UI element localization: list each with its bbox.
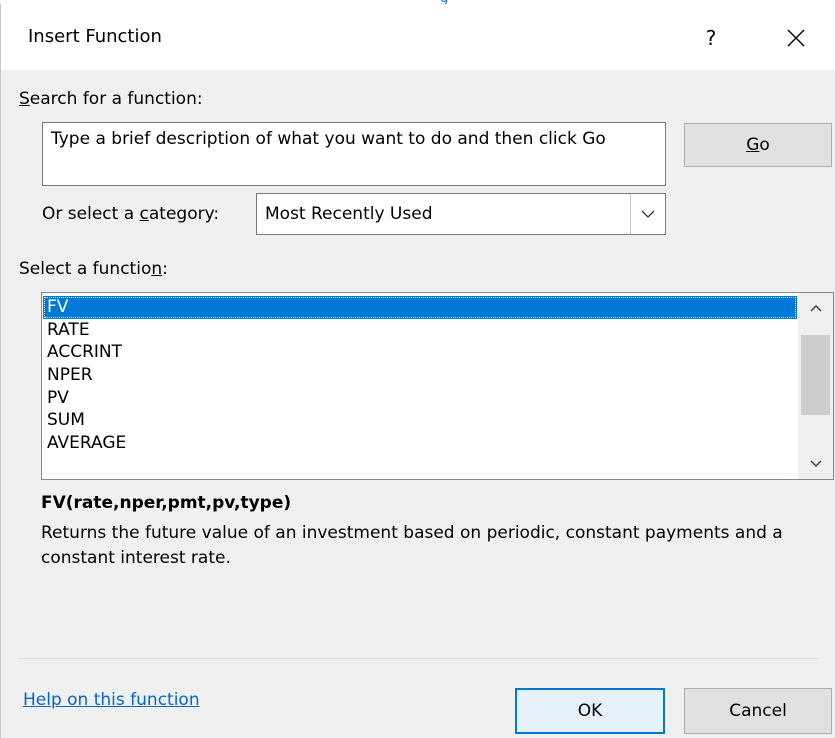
function-list-item[interactable]: AVERAGE xyxy=(43,432,797,455)
insert-function-dialog: Insert Function ? Search for a function:… xyxy=(0,4,835,738)
search-input[interactable]: Type a brief description of what you wan… xyxy=(42,122,666,186)
function-list-label: Select a function: xyxy=(19,259,168,279)
category-dropdown-button[interactable] xyxy=(630,194,665,234)
search-input-text: Type a brief description of what you wan… xyxy=(51,129,606,149)
scroll-down-button[interactable] xyxy=(798,449,833,479)
function-list-item[interactable]: PV xyxy=(43,387,797,410)
function-list[interactable]: FV RATE ACCRINT NPER PV SUM AVERAGE xyxy=(41,292,834,480)
title-bar: Insert Function ? xyxy=(1,4,835,70)
category-selected-value: Most Recently Used xyxy=(265,204,433,224)
chevron-up-icon xyxy=(809,304,822,312)
go-button-label: Go xyxy=(746,135,770,155)
dialog-title: Insert Function xyxy=(28,26,162,47)
help-on-function-link[interactable]: Help on this function xyxy=(23,690,200,710)
help-button[interactable]: ? xyxy=(691,18,731,58)
footer-divider xyxy=(19,658,819,659)
close-button[interactable] xyxy=(773,16,819,60)
ok-button-label: OK xyxy=(577,701,603,721)
function-list-item[interactable]: NPER xyxy=(43,364,797,387)
function-list-scrollbar[interactable] xyxy=(798,293,833,479)
category-select[interactable]: Most Recently Used xyxy=(256,193,666,235)
ok-button[interactable]: OK xyxy=(515,688,665,734)
search-label: Search for a function: xyxy=(19,89,203,109)
scroll-up-button[interactable] xyxy=(798,293,833,323)
cancel-button-label: Cancel xyxy=(729,701,787,721)
chevron-down-icon xyxy=(809,460,822,468)
chevron-down-icon xyxy=(641,210,655,218)
function-list-item[interactable]: ACCRINT xyxy=(43,341,797,364)
function-signature: FV(rate,nper,pmt,pv,type) xyxy=(41,493,292,513)
cancel-button[interactable]: Cancel xyxy=(684,688,832,734)
dialog-body: Search for a function: Type a brief desc… xyxy=(1,70,835,738)
function-description: Returns the future value of an investmen… xyxy=(41,523,783,568)
scroll-thumb[interactable] xyxy=(801,335,830,415)
function-list-items: FV RATE ACCRINT NPER PV SUM AVERAGE xyxy=(43,296,797,455)
function-list-item[interactable]: FV xyxy=(43,296,797,319)
close-icon xyxy=(787,29,805,47)
function-list-item[interactable]: RATE xyxy=(43,319,797,342)
function-list-item[interactable]: SUM xyxy=(43,409,797,432)
question-icon: ? xyxy=(705,26,717,50)
go-button[interactable]: Go xyxy=(684,123,832,167)
category-label: Or select a category: xyxy=(42,204,220,224)
